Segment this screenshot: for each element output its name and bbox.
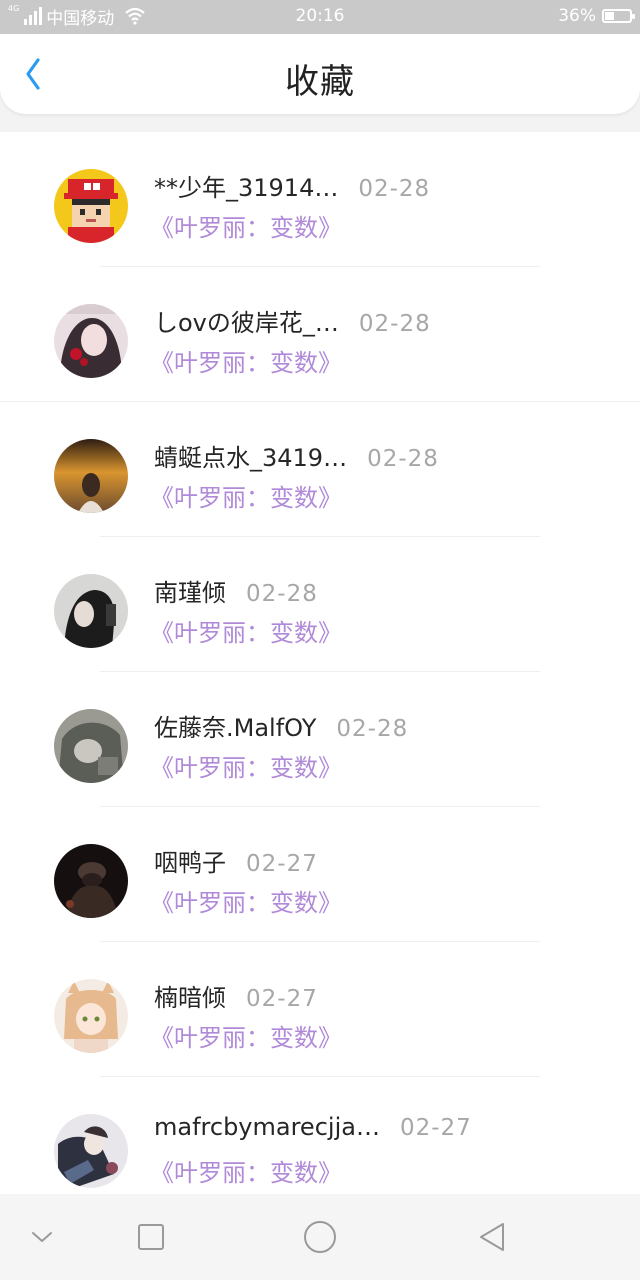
page-title: 收藏 xyxy=(285,62,355,102)
home-button[interactable] xyxy=(298,1194,342,1280)
status-time: 20:16 xyxy=(295,6,345,26)
list-item[interactable]: mafrcbymarecjja… 02-27 《叶罗丽：变数》 xyxy=(0,1077,640,1212)
avatar[interactable] xyxy=(54,1114,128,1188)
username: 咽鸭子 xyxy=(154,849,226,877)
status-right: 36% xyxy=(558,6,635,26)
username: 蜻蜓点水_3419… xyxy=(154,444,348,472)
username: mafrcbymarecjja… xyxy=(154,1113,380,1141)
navigation-bar xyxy=(0,1194,640,1280)
date: 02-27 xyxy=(246,851,318,877)
back-nav-button[interactable] xyxy=(470,1194,514,1280)
username: 佐藤奈.MalfOY xyxy=(154,714,317,742)
book-title-link[interactable]: 《叶罗丽：变数》 xyxy=(150,478,342,513)
book-title-link[interactable]: 《叶罗丽：变数》 xyxy=(150,883,342,918)
avatar[interactable] xyxy=(54,304,128,378)
date: 02-27 xyxy=(399,1115,472,1141)
avatar[interactable] xyxy=(54,169,128,243)
date: 02-27 xyxy=(246,986,318,1012)
favorites-screen: 4G 中国移动 20:16 36% 收藏 **少年_31914… 02-28 《… xyxy=(0,0,640,1280)
book-title-link[interactable]: 《叶罗丽：变数》 xyxy=(150,1153,342,1188)
favorites-list: **少年_31914… 02-28 《叶罗丽：变数》 しovの彼岸花_… 02- xyxy=(0,132,640,1212)
recents-button[interactable] xyxy=(130,1194,172,1280)
circle-icon xyxy=(304,1221,336,1253)
book-title-link[interactable]: 《叶罗丽：变数》 xyxy=(150,343,342,378)
list-item[interactable]: 咽鸭子 02-27 《叶罗丽：变数》 xyxy=(0,807,640,942)
list-item[interactable]: 蜻蜓点水_3419… 02-28 《叶罗丽：变数》 xyxy=(0,402,640,537)
battery-level xyxy=(605,12,614,20)
book-title-link[interactable]: 《叶罗丽：变数》 xyxy=(150,748,342,783)
date: 02-28 xyxy=(246,581,318,607)
header: 收藏 xyxy=(0,34,640,114)
list-item[interactable]: 佐藤奈.MalfOY 02-28 《叶罗丽：变数》 xyxy=(0,672,640,807)
avatar[interactable] xyxy=(54,844,128,918)
status-bar: 4G 中国移动 20:16 36% xyxy=(0,0,640,34)
collapse-button[interactable] xyxy=(22,1194,62,1280)
avatar[interactable] xyxy=(54,574,128,648)
list-item[interactable]: 楠暗倾 02-27 《叶罗丽：变数》 xyxy=(0,942,640,1077)
username: 南瑾倾 xyxy=(154,579,226,607)
username: しovの彼岸花_… xyxy=(154,309,339,337)
username: 楠暗倾 xyxy=(154,984,226,1012)
list-item[interactable]: しovの彼岸花_… 02-28 《叶罗丽：变数》 xyxy=(0,267,640,402)
date: 02-28 xyxy=(336,716,409,742)
square-icon xyxy=(138,1224,164,1250)
book-title-link[interactable]: 《叶罗丽：变数》 xyxy=(150,208,342,243)
chevron-down-icon xyxy=(32,1232,52,1242)
date: 02-28 xyxy=(358,176,431,202)
avatar[interactable] xyxy=(54,439,128,513)
book-title-link[interactable]: 《叶罗丽：变数》 xyxy=(150,1018,342,1053)
list-item[interactable]: 南瑾倾 02-28 《叶罗丽：变数》 xyxy=(0,537,640,672)
username: **少年_31914… xyxy=(154,174,339,202)
list-item[interactable]: **少年_31914… 02-28 《叶罗丽：变数》 xyxy=(0,132,640,267)
date: 02-28 xyxy=(358,311,431,337)
triangle-back-icon xyxy=(480,1223,504,1251)
avatar[interactable] xyxy=(54,709,128,783)
battery-percent: 36% xyxy=(558,6,596,26)
battery-icon xyxy=(602,9,635,23)
avatar[interactable] xyxy=(54,979,128,1053)
date: 02-28 xyxy=(367,446,439,472)
book-title-link[interactable]: 《叶罗丽：变数》 xyxy=(150,613,342,648)
